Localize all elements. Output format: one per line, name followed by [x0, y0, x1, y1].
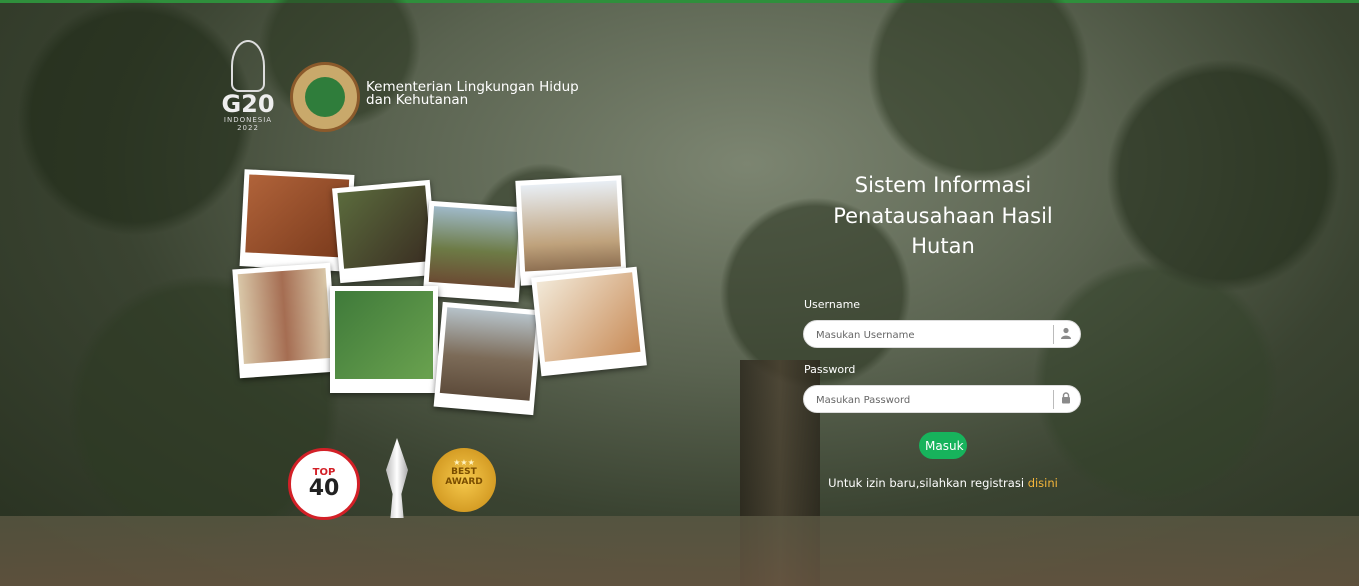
g20-logo-subtext: INDONESIA — [223, 116, 273, 124]
password-field[interactable] — [803, 385, 1081, 414]
background-tree-image — [0, 0, 1359, 586]
g20-ornament-icon — [231, 40, 265, 92]
password-input[interactable] — [814, 386, 1053, 414]
background-ground — [0, 516, 1359, 586]
field-separator — [1053, 325, 1054, 344]
ministry-name: Kementerian Lingkungan Hidup dan Kehutan… — [366, 79, 579, 108]
field-separator — [1053, 390, 1054, 409]
top40-award-badge: TOP 40 — [288, 448, 360, 520]
collage-photo-tree-mark — [232, 262, 338, 379]
collage-photo-workers — [332, 179, 438, 284]
g20-logo: G20 INDONESIA 2022 — [214, 40, 282, 132]
registration-link[interactable]: disini — [1028, 476, 1058, 490]
medal-label-2: AWARD — [445, 477, 483, 487]
top40-number: 40 — [308, 476, 340, 501]
login-panel: Sistem Informasi Penatausahaan Hasil Hut… — [803, 170, 1083, 490]
login-button[interactable]: Masuk — [919, 432, 967, 459]
username-field[interactable] — [803, 320, 1081, 349]
page-title: Sistem Informasi Penatausahaan Hasil Hut… — [833, 173, 1053, 258]
username-label: Username — [804, 298, 861, 311]
best-award-medal: ★★★ BEST AWARD — [432, 448, 496, 512]
g20-logo-text: G20 — [221, 90, 275, 118]
collage-photo-logyard — [422, 200, 526, 303]
username-input[interactable] — [814, 321, 1053, 349]
collage-photo-document — [531, 266, 647, 377]
password-label: Password — [804, 363, 856, 376]
lock-icon — [1060, 392, 1072, 406]
user-icon — [1060, 327, 1072, 341]
collage-photo-truck — [433, 301, 543, 416]
g20-logo-year: 2022 — [237, 124, 259, 132]
stars-icon: ★★★ — [453, 458, 475, 467]
registration-text: Untuk izin baru,silahkan registrasi — [828, 476, 1028, 490]
ministry-emblem-logo — [290, 62, 360, 132]
medal-label-1: BEST — [451, 467, 477, 477]
collage-photo-forest — [330, 286, 438, 393]
registration-prompt: Untuk izin baru,silahkan registrasi disi… — [803, 476, 1083, 490]
photo-collage — [230, 168, 647, 416]
